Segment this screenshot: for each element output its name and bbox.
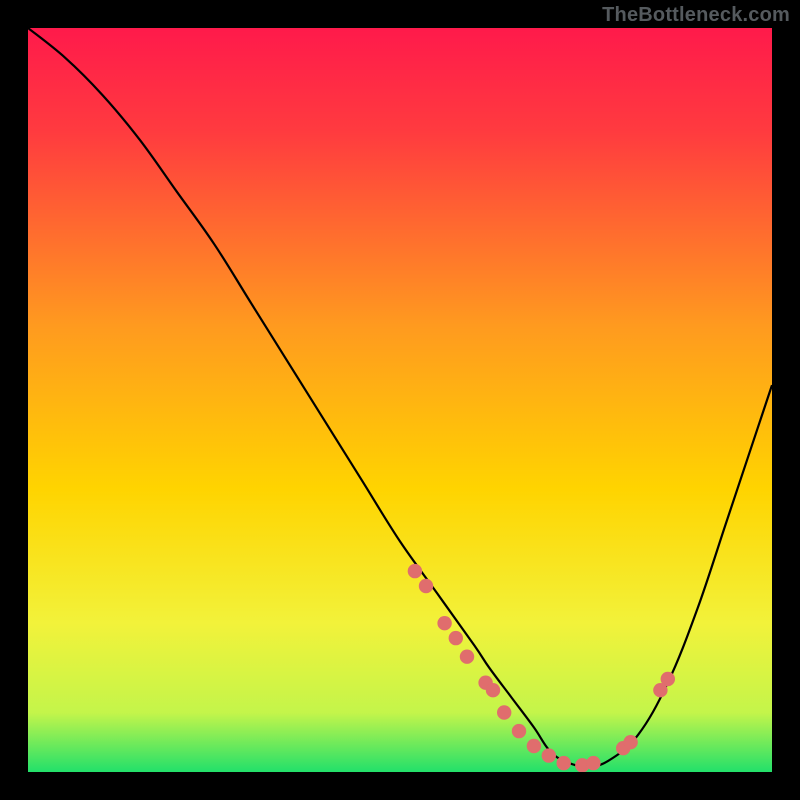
dot [512,724,526,738]
dot [486,683,500,697]
dot [661,672,675,686]
dot [437,616,451,630]
dot [497,705,511,719]
chart-frame [28,28,772,772]
dot [557,756,571,770]
dot [408,564,422,578]
dot [527,739,541,753]
chart-svg [28,28,772,772]
dot [623,735,637,749]
dot [460,650,474,664]
dot [586,756,600,770]
dot [542,748,556,762]
watermark-text: TheBottleneck.com [602,4,790,27]
dot [449,631,463,645]
dot [419,579,433,593]
